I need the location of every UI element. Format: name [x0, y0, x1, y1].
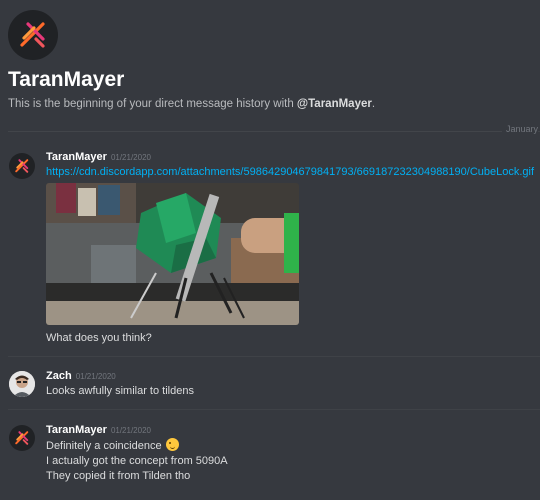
taran-logo-icon	[15, 159, 29, 173]
zach-avatar	[9, 371, 35, 397]
attachment-link[interactable]: https://cdn.discordapp.com/attachments/5…	[46, 166, 534, 178]
message-text: They copied it from Tilden tho	[46, 470, 191, 482]
message-text: What does you think?	[46, 332, 152, 344]
message-username[interactable]: TaranMayer	[46, 151, 107, 163]
taran-logo-icon	[20, 22, 45, 48]
date-divider	[8, 131, 540, 132]
profile-avatar[interactable]	[8, 10, 58, 60]
message-username[interactable]: TaranMayer	[46, 424, 107, 436]
message-text: Definitely a coincidence	[46, 440, 162, 452]
robot-gif-image	[46, 183, 299, 325]
message-timestamp: 01/21/2020	[75, 372, 116, 381]
message-text: Looks awfully similar to tildens	[46, 385, 194, 397]
message-separator	[8, 409, 540, 410]
user-avatar[interactable]	[9, 371, 35, 397]
taran-logo-icon	[15, 431, 29, 445]
message-username[interactable]: Zach	[46, 370, 72, 382]
page-title: TaranMayer	[8, 68, 125, 91]
gif-attachment[interactable]	[46, 183, 299, 325]
channel-header: TaranMayer This is the beginning of your…	[8, 10, 528, 110]
dm-intro-text: This is the beginning of your direct mes…	[8, 98, 376, 110]
winking-face-emoji-icon	[165, 438, 179, 451]
message-text: I actually got the concept from 5090A	[46, 455, 228, 467]
message-timestamp: 01/21/2020	[110, 426, 151, 435]
message-separator	[8, 356, 540, 357]
user-avatar[interactable]	[9, 425, 35, 451]
date-divider-label: January	[501, 124, 538, 134]
message-timestamp: 01/21/2020	[110, 153, 151, 162]
intro-mention[interactable]: @TaranMayer	[297, 98, 372, 110]
user-avatar[interactable]	[9, 153, 35, 179]
